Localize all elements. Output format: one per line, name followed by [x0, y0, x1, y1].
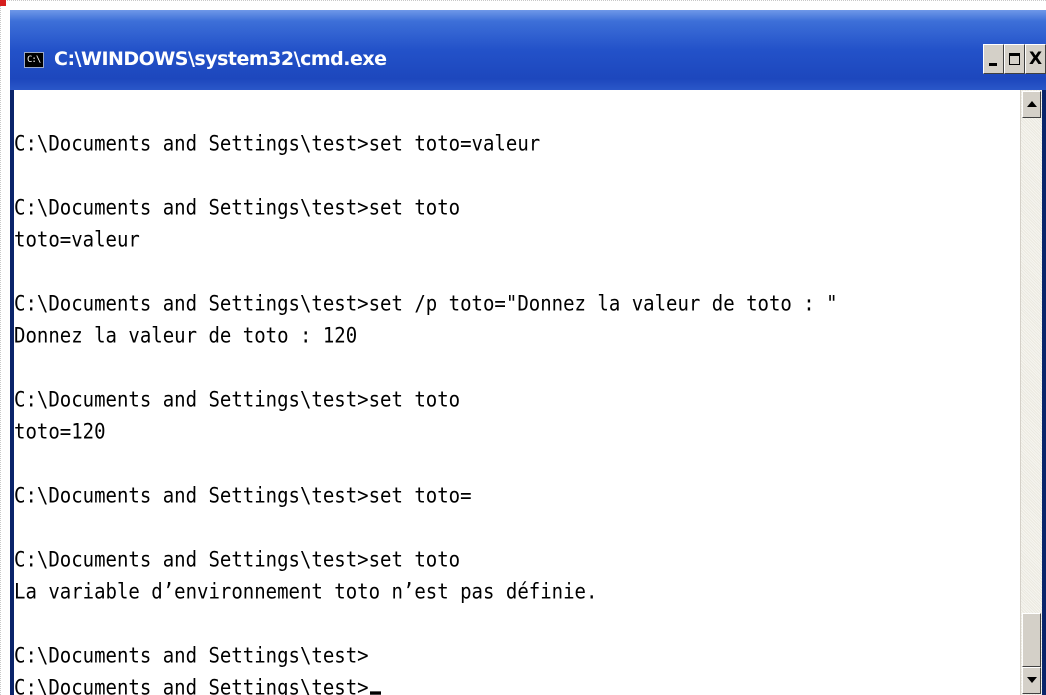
console-line: C:\Documents and Settings\test> — [14, 643, 369, 669]
scrollbar-track[interactable] — [1021, 90, 1042, 695]
console-line: toto=120 — [14, 419, 106, 445]
console-output[interactable]: C:\Documents and Settings\test>set toto=… — [14, 90, 1020, 695]
arrow-down-icon — [1027, 677, 1037, 683]
cmd-window: C:\ C:\WINDOWS\system32\cmd.exe X C:\Doc… — [10, 10, 1046, 695]
console-lines: C:\Documents and Settings\test>set toto=… — [14, 128, 838, 695]
scroll-up-button[interactable] — [1022, 91, 1041, 118]
close-icon: X — [1028, 49, 1043, 69]
console-line: toto=valeur — [14, 227, 140, 253]
maximize-button[interactable] — [1004, 44, 1025, 74]
cmd-icon-label: C:\ — [27, 55, 41, 65]
selection-handle — [0, 0, 6, 6]
close-button[interactable]: X — [1025, 44, 1046, 74]
console-line: Donnez la valeur de toto : 120 — [14, 323, 358, 349]
window-client-area: C:\Documents and Settings\test>set toto=… — [14, 90, 1042, 695]
selection-border-top — [0, 0, 1046, 4]
console-line: La variable d’environnement toto n’est p… — [14, 579, 598, 605]
minimize-button[interactable] — [983, 44, 1004, 74]
vertical-scrollbar[interactable] — [1020, 90, 1042, 695]
console-line: C:\Documents and Settings\test>set toto — [14, 387, 461, 413]
window-title: C:\WINDOWS\system32\cmd.exe — [54, 48, 387, 70]
console-line: C:\Documents and Settings\test>set toto= — [14, 483, 472, 509]
console-line: C:\Documents and Settings\test>set toto — [14, 195, 461, 221]
console-line: C:\Documents and Settings\test>set toto=… — [14, 131, 541, 157]
arrow-up-icon — [1027, 101, 1037, 107]
title-bar[interactable]: C:\ C:\WINDOWS\system32\cmd.exe X — [10, 10, 1046, 90]
console-line: C:\Documents and Settings\test>set /p to… — [14, 291, 838, 317]
scroll-down-button[interactable] — [1022, 667, 1041, 694]
console-line: C:\Documents and Settings\test>set toto — [14, 547, 461, 573]
text-cursor — [369, 691, 381, 695]
selection-border-left — [0, 0, 5, 695]
cmd-console-icon[interactable]: C:\ — [24, 52, 44, 68]
console-prompt-line[interactable]: C:\Documents and Settings\test> — [14, 670, 838, 695]
console-prompt: C:\Documents and Settings\test> — [14, 675, 369, 695]
screenshot-page: C:\ C:\WINDOWS\system32\cmd.exe X C:\Doc… — [0, 0, 1046, 695]
scrollbar-thumb[interactable] — [1022, 613, 1041, 667]
minimize-icon — [989, 63, 997, 66]
maximize-icon — [1009, 53, 1020, 65]
